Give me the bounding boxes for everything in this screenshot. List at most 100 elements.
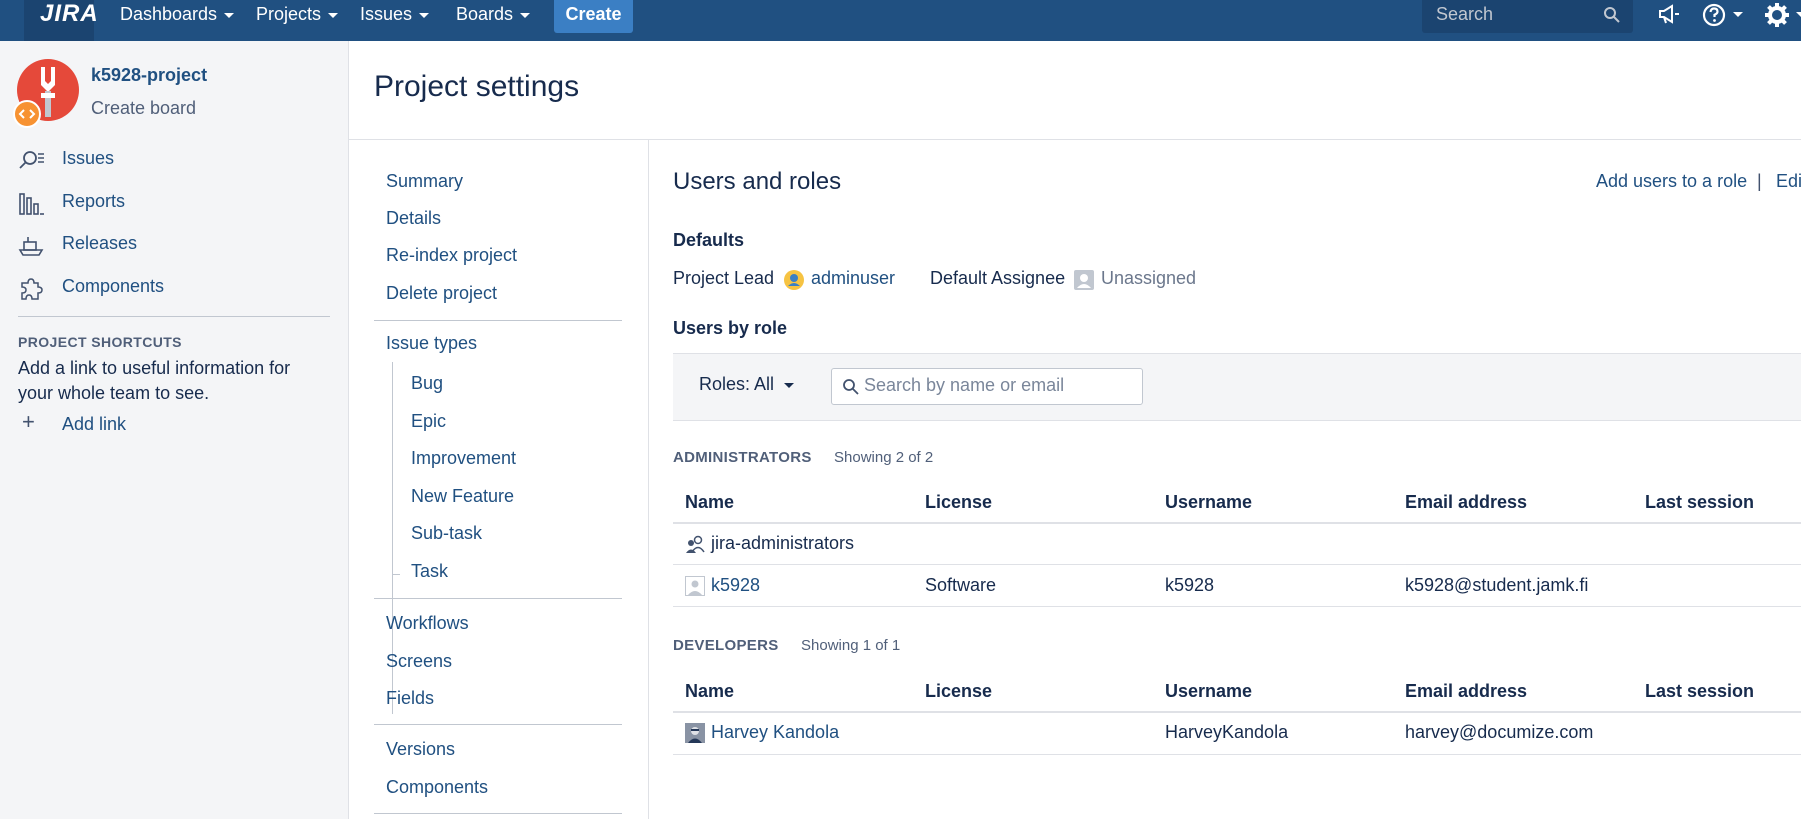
tree-tick (392, 574, 400, 575)
issues-icon (19, 151, 44, 169)
search-icon (843, 379, 859, 395)
sidebar-divider (18, 316, 330, 317)
help-icon[interactable] (1702, 3, 1726, 27)
user-search-input[interactable]: Search by name or email (831, 368, 1143, 405)
link-separator: | (1757, 171, 1762, 191)
settings-nav-issue-types[interactable]: Issue types (386, 333, 477, 354)
plus-icon: + (22, 409, 35, 434)
admin-avatar (784, 270, 804, 290)
settings-nav-versions[interactable]: Versions (386, 739, 455, 760)
nav-dashboards-label: Dashboards (120, 4, 218, 24)
table-row-rule (673, 564, 1801, 565)
nav-projects[interactable]: Projects (256, 0, 339, 28)
settings-nav-issue-type-epic[interactable]: Epic (411, 411, 446, 432)
settings-nav-workflows[interactable]: Workflows (386, 613, 469, 634)
roles-filter-label: Roles: All (699, 374, 775, 394)
sidebar-item-releases[interactable]: Releases (62, 233, 137, 254)
search-icon (1604, 7, 1620, 23)
sidebar-item-reports[interactable]: Reports (62, 191, 125, 212)
table-cell-email: harvey@documize.com (1405, 722, 1594, 742)
create-board-link[interactable]: Create board (91, 98, 196, 119)
project-shortcuts-text-line2: your whole team to see. (18, 383, 210, 403)
sidebar-item-issues[interactable]: Issues (62, 148, 114, 169)
settings-nav-details[interactable]: Details (386, 208, 441, 229)
settings-nav-summary[interactable]: Summary (386, 171, 463, 192)
group-icon (686, 535, 705, 553)
nav-divider (374, 598, 622, 599)
table-cell-email: k5928@student.jamk.fi (1405, 575, 1589, 595)
roles-filter-dropdown[interactable]: Roles: All (699, 374, 795, 395)
nav-divider (374, 813, 622, 814)
sidebar-item-components[interactable]: Components (62, 276, 164, 297)
table-row-rule (673, 606, 1801, 607)
reports-icon (19, 193, 44, 215)
settings-nav-components[interactable]: Components (386, 777, 488, 798)
table-cell-license: Software (925, 575, 997, 595)
add-link-button[interactable]: Add link (62, 414, 126, 435)
project-shortcuts-heading: PROJECT SHORTCUTS (18, 334, 182, 350)
jira-logo-text: JIRA (40, 0, 99, 27)
col-email: Email address (1405, 492, 1528, 512)
settings-nav-reindex[interactable]: Re-index project (386, 245, 517, 266)
col-last-session: Last session (1645, 492, 1755, 512)
user-avatar-icon (685, 576, 705, 596)
settings-nav-issue-type-improvement[interactable]: Improvement (411, 448, 516, 469)
project-lead-user-link[interactable]: adminuser (811, 268, 895, 289)
page-title: Project settings (374, 70, 580, 103)
nav-issues-label: Issues (360, 4, 413, 24)
users-by-role-heading: Users by role (673, 318, 788, 338)
jira-logo[interactable]: JIRA (24, 0, 98, 41)
project-type-badge (13, 100, 41, 128)
default-assignee-value: Unassigned (1101, 268, 1197, 288)
developers-label: DEVELOPERS (673, 637, 779, 654)
nav-dashboards[interactable]: Dashboards (120, 0, 235, 28)
create-button[interactable]: Create (554, 0, 633, 33)
settings-nav-issue-type-new-feature[interactable]: New Feature (411, 486, 514, 507)
nav-projects-label: Projects (256, 4, 322, 24)
user-link-k5928[interactable]: k5928 (711, 575, 760, 596)
settings-nav-issue-type-task[interactable]: Task (411, 561, 448, 582)
users-and-roles-panel: Users and roles Add users to a role | Ed… (649, 140, 1801, 819)
components-icon (21, 278, 43, 300)
nav-divider (374, 320, 622, 321)
edit-defaults-link[interactable]: Edi (1776, 171, 1801, 192)
settings-nav-delete[interactable]: Delete project (386, 283, 497, 304)
nav-boards[interactable]: Boards (456, 0, 531, 28)
nav-issues[interactable]: Issues (360, 0, 430, 28)
settings-nav-screens[interactable]: Screens (386, 651, 452, 672)
nav-divider (374, 724, 622, 725)
col-license: License (925, 681, 993, 701)
col-username: Username (1165, 492, 1253, 512)
project-sidebar: k5928-project Create board Issues Report… (0, 41, 349, 819)
project-lead-label: Project Lead (673, 268, 775, 288)
settings-nav-issue-type-bug[interactable]: Bug (411, 373, 443, 394)
releases-icon (18, 237, 44, 256)
settings-nav-issue-type-sub-task[interactable]: Sub-task (411, 523, 482, 544)
administrators-label: ADMINISTRATORS (673, 449, 812, 466)
chevron-down-icon (520, 12, 531, 18)
default-assignee-label: Default Assignee (930, 268, 1066, 288)
settings-nav-fields[interactable]: Fields (386, 688, 434, 709)
chevron-down-icon (784, 382, 795, 388)
gear-icon[interactable] (1764, 2, 1790, 28)
col-name: Name (685, 681, 735, 701)
search-input[interactable]: Search (1422, 0, 1633, 33)
project-name-link[interactable]: k5928-project (91, 65, 207, 86)
developers-count: Showing 1 of 1 (801, 637, 901, 654)
user-photo-avatar (685, 723, 705, 743)
megaphone-icon[interactable] (1657, 3, 1683, 25)
col-last-session: Last session (1645, 681, 1755, 701)
project-settings-nav: Summary Details Re-index project Delete … (348, 140, 649, 819)
search-placeholder: Search (1436, 4, 1494, 24)
chevron-down-icon (224, 12, 235, 18)
user-link-harvey-kandola[interactable]: Harvey Kandola (711, 722, 839, 743)
code-icon (18, 109, 36, 119)
help-chevron-down-icon[interactable] (1733, 12, 1743, 17)
section-title: Users and roles (673, 168, 842, 195)
role-filter-bar: Roles: All Search by name or email (673, 353, 1801, 421)
gear-chevron-down-icon[interactable] (1796, 12, 1801, 17)
administrators-count: Showing 2 of 2 (834, 449, 934, 466)
unassigned-avatar-icon (1074, 270, 1094, 290)
add-users-to-role-link[interactable]: Add users to a role (1596, 171, 1747, 192)
project-shortcuts-text-line1: Add a link to useful information for (18, 358, 291, 378)
